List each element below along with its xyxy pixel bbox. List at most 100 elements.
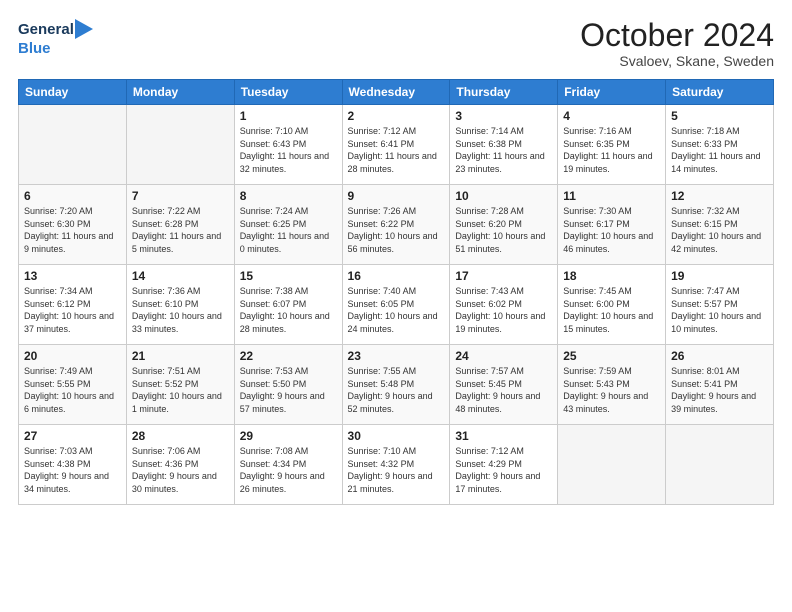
table-row: 20Sunrise: 7:49 AMSunset: 5:55 PMDayligh… [19, 345, 127, 425]
day-number: 21 [132, 349, 229, 363]
sunrise-text: Sunrise: 7:18 AM [671, 126, 740, 136]
sunrise-text: Sunrise: 7:06 AM [132, 446, 201, 456]
day-info: Sunrise: 7:38 AMSunset: 6:07 PMDaylight:… [240, 285, 337, 335]
sunrise-text: Sunrise: 7:28 AM [455, 206, 524, 216]
table-row [666, 425, 774, 505]
logo-general-text: General [18, 21, 74, 38]
day-number: 9 [348, 189, 445, 203]
sunset-text: Sunset: 4:29 PM [455, 459, 522, 469]
day-info: Sunrise: 7:14 AMSunset: 6:38 PMDaylight:… [455, 125, 552, 175]
table-row [558, 425, 666, 505]
day-number: 23 [348, 349, 445, 363]
table-row: 2Sunrise: 7:12 AMSunset: 6:41 PMDaylight… [342, 105, 450, 185]
day-info: Sunrise: 7:55 AMSunset: 5:48 PMDaylight:… [348, 365, 445, 415]
sunset-text: Sunset: 6:05 PM [348, 299, 415, 309]
sunrise-text: Sunrise: 7:32 AM [671, 206, 740, 216]
day-info: Sunrise: 7:40 AM Sunset: 6:05 PM Daylight:… [348, 285, 445, 335]
daylight-text: Daylight: 9 hours and 21 minutes. [348, 471, 433, 494]
calendar-week-4: 20Sunrise: 7:49 AMSunset: 5:55 PMDayligh… [19, 345, 774, 425]
day-number: 10 [455, 189, 552, 203]
sunset-text: Sunset: 4:32 PM [348, 459, 415, 469]
sunset-text: Sunset: 5:45 PM [455, 379, 522, 389]
day-number: 18 [563, 269, 660, 283]
day-info: Sunrise: 7:06 AMSunset: 4:36 PMDaylight:… [132, 445, 229, 495]
sunset-text: Sunset: 6:30 PM [24, 219, 91, 229]
table-row: 21Sunrise: 7:51 AMSunset: 5:52 PMDayligh… [126, 345, 234, 425]
table-row: 9Sunrise: 7:26 AMSunset: 6:22 PMDaylight… [342, 185, 450, 265]
day-info: Sunrise: 7:24 AMSunset: 6:25 PMDaylight:… [240, 205, 337, 255]
day-number: 30 [348, 429, 445, 443]
sunset-text: Sunset: 5:55 PM [24, 379, 91, 389]
table-row: 3Sunrise: 7:14 AMSunset: 6:38 PMDaylight… [450, 105, 558, 185]
day-number: 17 [455, 269, 552, 283]
daylight-text: Daylight: 11 hours and 28 minutes. [348, 151, 437, 174]
day-info: Sunrise: 7:10 AMSunset: 6:43 PMDaylight:… [240, 125, 337, 175]
sunset-text: Sunset: 5:50 PM [240, 379, 307, 389]
daylight-text: Daylight: 11 hours and 9 minutes. [24, 231, 113, 254]
day-info: Sunrise: 7:43 AMSunset: 6:02 PMDaylight:… [455, 285, 552, 335]
day-info: Sunrise: 7:32 AMSunset: 6:15 PMDaylight:… [671, 205, 768, 255]
sunrise-text: Sunrise: 7:40 AM [348, 286, 417, 296]
daylight-text: Daylight: 9 hours and 43 minutes. [563, 391, 648, 414]
sunrise-text: Sunrise: 7:34 AM [24, 286, 93, 296]
day-number: 25 [563, 349, 660, 363]
sunset-text: Sunset: 5:57 PM [671, 299, 738, 309]
sunrise-text: Sunrise: 7:53 AM [240, 366, 309, 376]
day-number: 19 [671, 269, 768, 283]
sunrise-text: Sunrise: 7:49 AM [24, 366, 93, 376]
table-row: 25Sunrise: 7:59 AMSunset: 5:43 PMDayligh… [558, 345, 666, 425]
daylight-text: Daylight: 10 hours and 51 minutes. [455, 231, 545, 254]
day-number: 5 [671, 109, 768, 123]
day-info: Sunrise: 7:34 AMSunset: 6:12 PMDaylight:… [24, 285, 121, 335]
day-number: 28 [132, 429, 229, 443]
sunset-text: Sunset: 6:38 PM [455, 139, 522, 149]
day-info: Sunrise: 7:10 AMSunset: 4:32 PMDaylight:… [348, 445, 445, 495]
sunrise-text: Sunrise: 7:12 AM [455, 446, 524, 456]
table-row: 17 Sunrise: 7:43 AMSunset: 6:02 PMDayligh… [450, 265, 558, 345]
sunset-text: Sunset: 6:28 PM [132, 219, 199, 229]
col-monday: Monday [126, 80, 234, 105]
col-sunday: Sunday [19, 80, 127, 105]
sunset-text: Sunset: 6:25 PM [240, 219, 307, 229]
sunset-text: Sunset: 6:10 PM [132, 299, 199, 309]
table-row: 15Sunrise: 7:38 AMSunset: 6:07 PMDayligh… [234, 265, 342, 345]
sunset-text: Sunset: 6:07 PM [240, 299, 307, 309]
logo-blue-text: Blue [18, 40, 51, 57]
sunset-text: Sunset: 6:17 PM [563, 219, 630, 229]
day-info: Sunrise: 7:08 AMSunset: 4:34 PMDaylight:… [240, 445, 337, 495]
daylight-text: Daylight: 11 hours and 23 minutes. [455, 151, 544, 174]
day-number: 31 [455, 429, 552, 443]
sunset-text: Sunset: 6:22 PM [348, 219, 415, 229]
daylight-text: Daylight: 10 hours and 15 minutes. [563, 311, 653, 334]
sunrise-text: Sunrise: 7:30 AM [563, 206, 632, 216]
sunset-text: Sunset: 4:36 PM [132, 459, 199, 469]
calendar-table: Sunday Monday Tuesday Wednesday Thursday… [18, 79, 774, 505]
calendar-week-2: 6Sunrise: 7:20 AMSunset: 6:30 PMDaylight… [19, 185, 774, 265]
sunrise-text: Sunrise: 7:26 AM [348, 206, 417, 216]
day-number: 11 [563, 189, 660, 203]
sunset-text: Sunset: 6:00 PM [563, 299, 630, 309]
sunrise-text: Sunrise: 7:08 AM [240, 446, 309, 456]
sunset-text: Sunset: 5:48 PM [348, 379, 415, 389]
daylight-text: Daylight: 10 hours and 19 minutes. [455, 311, 545, 334]
daylight-text: Daylight: 9 hours and 48 minutes. [455, 391, 540, 414]
sunrise-text: Sunrise: 7:45 AM [563, 286, 632, 296]
col-tuesday: Tuesday [234, 80, 342, 105]
sunrise-text: Sunrise: 8:01 AM [671, 366, 740, 376]
table-row: 23 Sunrise: 7:55 AMSunset: 5:48 PMDayligh… [342, 345, 450, 425]
sunset-text: Sunset: 6:15 PM [671, 219, 738, 229]
day-number: 26 [671, 349, 768, 363]
sunset-text: Sunset: 5:52 PM [132, 379, 199, 389]
daylight-text: Daylight: 10 hours and 46 minutes. [563, 231, 653, 254]
daylight-text: Daylight: 10 hours and 33 minutes. [132, 311, 222, 334]
day-number: 13 [24, 269, 121, 283]
sunrise-text: Sunrise: 7:03 AM [24, 446, 93, 456]
sunset-text: Sunset: 5:41 PM [671, 379, 738, 389]
day-number: 29 [240, 429, 337, 443]
daylight-text: Daylight: 11 hours and 5 minutes. [132, 231, 221, 254]
daylight-text: Daylight: 10 hours and 24 minutes. [348, 311, 438, 334]
day-number: 7 [132, 189, 229, 203]
sunset-text: Sunset: 6:33 PM [671, 139, 738, 149]
day-info: Sunrise: 7:53 AMSunset: 5:50 PMDaylight:… [240, 365, 337, 415]
calendar-week-5: 27Sunrise: 7:03 AMSunset: 4:38 PMDayligh… [19, 425, 774, 505]
